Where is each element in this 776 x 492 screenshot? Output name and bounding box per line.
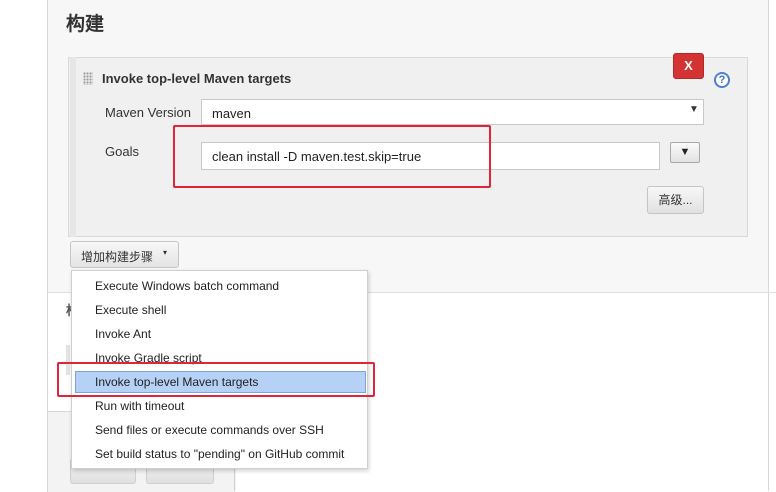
chevron-down-icon: ▼	[689, 104, 699, 115]
maven-version-label: Maven Version	[105, 105, 191, 120]
menu-item-execute-shell[interactable]: Execute shell	[72, 299, 367, 321]
right-rail-divider	[768, 0, 769, 491]
maven-version-select[interactable]	[201, 99, 704, 125]
advanced-button[interactable]: 高级...	[647, 186, 704, 214]
menu-highlight-annotation	[57, 362, 375, 397]
help-icon[interactable]: ?	[714, 72, 730, 88]
expand-goals-button[interactable]: ▼	[670, 142, 700, 163]
menu-item-github-status[interactable]: Set build status to "pending" on GitHub …	[72, 443, 367, 465]
section-title: 构建	[66, 14, 105, 35]
menu-item-windows-batch[interactable]: Execute Windows batch command	[72, 275, 367, 297]
goals-label: Goals	[105, 144, 139, 159]
menu-item-run-with-timeout[interactable]: Run with timeout	[72, 395, 367, 417]
goals-highlight-annotation	[173, 125, 491, 188]
drag-handle-icon[interactable]	[83, 72, 93, 85]
menu-item-invoke-ant[interactable]: Invoke Ant	[72, 323, 367, 345]
menu-item-send-over-ssh[interactable]: Send files or execute commands over SSH	[72, 419, 367, 441]
maven-version-value: maven	[212, 106, 252, 121]
left-rail	[0, 0, 48, 491]
caret-down-icon: ▾	[163, 248, 168, 257]
add-build-step-button[interactable]: 增加构建步骤 ▾	[70, 241, 179, 268]
delete-step-button[interactable]: X	[673, 53, 704, 79]
build-step-rail	[70, 57, 76, 237]
add-build-step-label: 增加构建步骤	[81, 250, 154, 264]
build-step-title: Invoke top-level Maven targets	[102, 71, 292, 86]
